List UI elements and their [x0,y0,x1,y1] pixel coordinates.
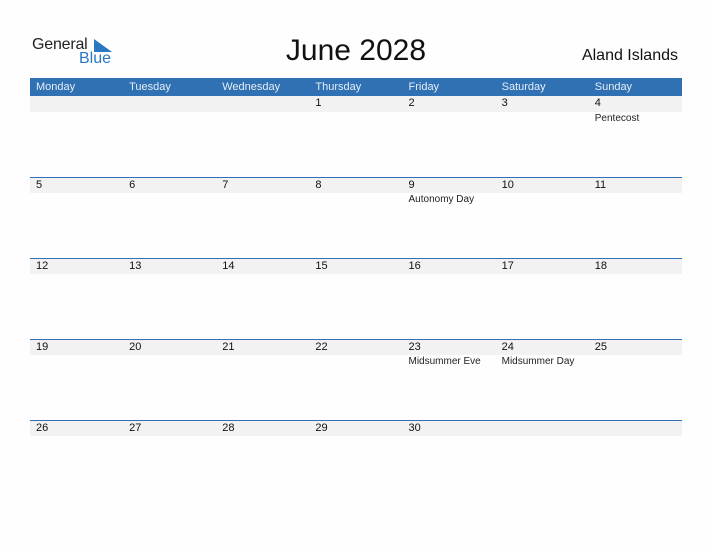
week-row: 1 2 3 4 Pentecost [30,96,682,177]
day-number: 5 [36,179,43,191]
day-number: 19 [36,341,49,353]
weekday-friday: Friday [408,81,440,93]
weekday-tuesday: Tuesday [129,81,171,93]
holiday-label [30,112,123,126]
day-number: 25 [594,341,607,353]
holiday-label [30,193,123,207]
day-number: 16 [408,260,421,272]
day-number: 18 [594,260,607,272]
day-number: 3 [501,97,508,109]
day-number: 28 [222,422,235,434]
day-number: 27 [129,422,142,434]
holiday-label [496,193,589,207]
holiday-label [216,193,309,207]
weekday-thursday: Thursday [315,81,362,93]
holiday-label: Midsummer Eve [408,356,481,367]
weekday-header: Monday Tuesday Wednesday Thursday Friday… [30,78,682,96]
day-number: 21 [222,341,235,353]
calendar-grid: Monday Tuesday Wednesday Thursday Friday… [30,78,682,501]
events-row: Pentecost [30,112,682,126]
day-number: 13 [129,260,142,272]
day-number: 9 [408,179,415,191]
day-number [123,96,216,112]
events-row: Midsummer Eve Midsummer Day [30,355,682,369]
weekday-monday: Monday [36,81,76,93]
day-number: 11 [594,179,607,191]
holiday-label: Midsummer Day [501,356,575,367]
holiday-label [589,193,682,207]
day-number: 30 [408,422,421,434]
day-number [216,96,309,112]
holiday-label [309,112,402,126]
holiday-label [123,112,216,126]
day-number: 1 [315,97,322,109]
weekday-wednesday: Wednesday [222,81,281,93]
date-band: 5 6 7 8 9 10 11 [30,177,682,193]
date-band: 26 27 28 29 30 [30,420,682,436]
holiday-label [216,112,309,126]
country-label: Aland Islands [581,47,678,64]
day-number: 7 [222,179,229,191]
holiday-label [123,193,216,207]
day-number [589,421,682,436]
day-number: 6 [129,179,136,191]
day-number: 8 [315,179,322,191]
events-row: Autonomy Day [30,193,682,207]
holiday-label: Autonomy Day [408,194,475,205]
day-number: 23 [408,341,421,353]
date-band: 1 2 3 4 [30,96,682,112]
holiday-label [30,355,123,369]
weekday-sunday: Sunday [594,81,633,93]
day-number: 26 [36,422,49,434]
day-number: 22 [315,341,328,353]
day-number: 29 [315,422,328,434]
holiday-label [216,355,309,369]
holiday-label: Pentecost [594,113,640,124]
week-row: 19 20 21 22 23 24 25 Midsummer Eve Midsummer Day [30,339,682,420]
date-band: 12 13 14 15 16 17 18 [30,258,682,274]
holiday-label [403,112,496,126]
weekday-saturday: Saturday [501,81,546,93]
week-row: 12 13 14 15 16 17 18 [30,258,682,339]
day-number: 15 [315,260,328,272]
holiday-label [589,355,682,369]
holiday-label [496,112,589,126]
date-band: 19 20 21 22 23 24 25 [30,339,682,355]
holiday-label [309,193,402,207]
day-number: 10 [501,179,514,191]
holiday-label [123,355,216,369]
day-number: 24 [501,341,514,353]
week-row: 26 27 28 29 30 [30,420,682,501]
day-number: 4 [594,97,601,109]
holiday-label [309,355,402,369]
day-number [496,421,589,436]
day-number: 12 [36,260,49,272]
day-number: 20 [129,341,142,353]
day-number: 17 [501,260,514,272]
week-row: 5 6 7 8 9 10 11 Autonomy Day [30,177,682,258]
day-number [30,96,123,112]
day-number: 14 [222,260,235,272]
day-number: 2 [408,97,415,109]
